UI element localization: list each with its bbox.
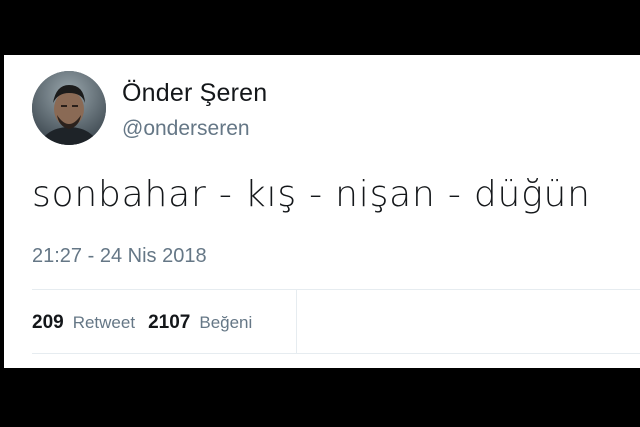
like-count[interactable]: 2107 (148, 312, 190, 334)
divider-top (32, 289, 640, 290)
stats-vertical-divider (296, 290, 297, 353)
profile-photo-icon (32, 71, 106, 145)
author-handle[interactable]: @onderseren (122, 117, 250, 141)
like-label[interactable]: Beğeni (199, 313, 252, 333)
retweet-label[interactable]: Retweet (73, 313, 135, 333)
tweet-timestamp[interactable]: 21:27 - 24 Nis 2018 (32, 245, 207, 268)
author-name[interactable]: Önder Şeren (122, 79, 267, 108)
divider-bottom (32, 353, 640, 354)
avatar[interactable] (32, 71, 106, 145)
tweet-text: sonbahar - kış - nişan - düğün (32, 174, 591, 215)
tweet-card: Önder Şeren @onderseren sonbahar - kış -… (4, 55, 640, 368)
tweet-stats: 209 Retweet 2107 Beğeni (32, 312, 265, 334)
retweet-count[interactable]: 209 (32, 312, 64, 334)
